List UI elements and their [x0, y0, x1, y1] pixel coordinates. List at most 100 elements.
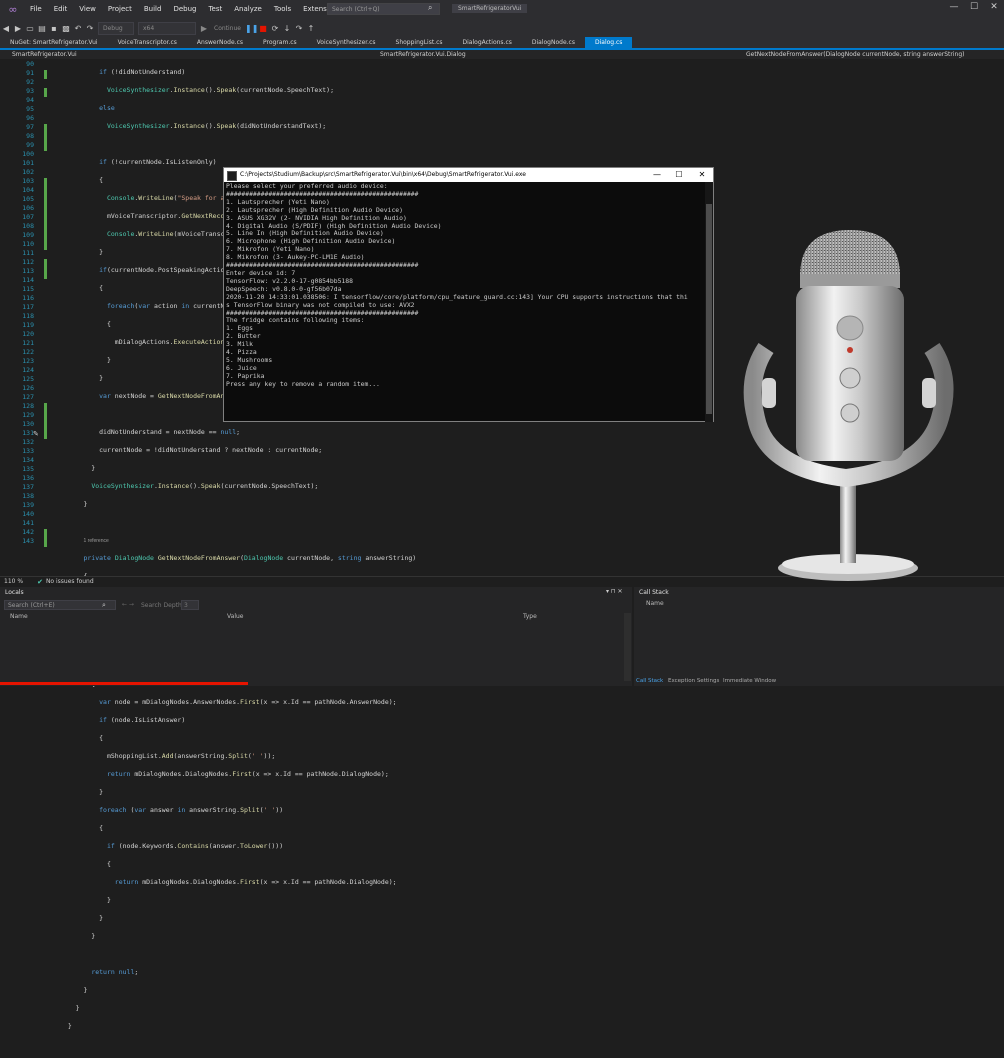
console-window[interactable]: C:\Projects\Studium\Backup\src\SmartRefr…: [223, 167, 714, 422]
tab-dialog[interactable]: Dialog.cs: [584, 37, 633, 48]
console-output: Please select your preferred audio devic…: [226, 183, 704, 419]
tab-shoppinglist[interactable]: ShoppingList.cs: [386, 37, 453, 48]
nav-project-dropdown[interactable]: SmartRefrigerator.Vui: [12, 51, 77, 58]
line-number: 128: [22, 402, 34, 410]
console-minimize-button[interactable]: —: [646, 168, 668, 182]
locals-column-name[interactable]: Name: [10, 613, 28, 620]
toolbar: ◀ ▶ ▭ ▤ ▪ ▩ ↶ ↷ Debug x64 ▶ Continue ❚❚ …: [0, 19, 1004, 37]
search-icon[interactable]: ⌕: [428, 3, 432, 13]
minimize-icon[interactable]: —: [944, 2, 964, 12]
menu-debug[interactable]: Debug: [167, 0, 202, 19]
console-maximize-button[interactable]: ☐: [668, 168, 690, 182]
play-icon[interactable]: ▶: [198, 24, 210, 33]
line-number: 96: [26, 114, 34, 122]
search-icon[interactable]: ⌕: [102, 601, 106, 610]
line-number: 102: [22, 168, 34, 176]
nav-arrows-icon[interactable]: ← →: [122, 601, 134, 608]
restart-icon[interactable]: ⟳: [269, 24, 281, 33]
menu-file[interactable]: File: [24, 0, 48, 19]
line-number: 129: [22, 411, 34, 419]
callstack-title: Call Stack: [639, 589, 669, 596]
undo-icon[interactable]: ↶: [72, 24, 84, 33]
console-line: 6. Juice: [226, 363, 257, 372]
global-search-input[interactable]: Search (Ctrl+Q): [327, 3, 440, 15]
change-marker: [44, 529, 47, 547]
line-number: 120: [22, 330, 34, 338]
open-folder-icon[interactable]: ▤: [36, 24, 48, 33]
tab-voicesynthesizer[interactable]: VoiceSynthesizer.cs: [307, 37, 386, 48]
console-scroll-thumb[interactable]: [706, 204, 712, 414]
tab-call-stack[interactable]: Call Stack: [636, 678, 663, 684]
line-number: 125: [22, 375, 34, 383]
line-number: 92: [26, 78, 34, 86]
tab-dialogactions[interactable]: DialogActions.cs: [453, 37, 522, 48]
tab-answernode[interactable]: AnswerNode.cs: [187, 37, 253, 48]
search-depth-dropdown[interactable]: 3: [181, 600, 199, 610]
configuration-dropdown[interactable]: Debug: [98, 21, 134, 35]
back-icon[interactable]: ◀: [0, 24, 12, 33]
menu-project[interactable]: Project: [102, 0, 138, 19]
line-number: 115: [22, 285, 34, 293]
visual-studio-logo-icon: ∞: [8, 2, 18, 16]
step-out-icon[interactable]: ↑: [305, 24, 317, 33]
tab-nuget[interactable]: NuGet: SmartRefrigerator.Vui: [0, 37, 108, 48]
locals-scrollbar[interactable]: [624, 613, 631, 681]
menu-tools[interactable]: Tools: [268, 0, 297, 19]
tab-immediate-window[interactable]: Immediate Window: [723, 678, 776, 684]
platform-dropdown[interactable]: x64: [138, 21, 196, 35]
line-number: 126: [22, 384, 34, 392]
issues-status[interactable]: No issues found: [46, 578, 94, 585]
close-icon[interactable]: ✕: [984, 2, 1004, 12]
line-number: 90: [26, 60, 34, 68]
line-number: 123: [22, 357, 34, 365]
change-marker: [44, 259, 47, 279]
redo-icon[interactable]: ↷: [84, 24, 96, 33]
locals-search-input[interactable]: Search (Ctrl+E): [4, 600, 116, 610]
forward-icon[interactable]: ▶: [12, 24, 24, 33]
line-number: 100: [22, 150, 34, 158]
console-line: The fridge contains following items:: [226, 316, 365, 325]
menu-analyze[interactable]: Analyze: [228, 0, 268, 19]
nav-member-dropdown[interactable]: GetNextNodeFromAnswer(DialogNode current…: [746, 51, 964, 58]
search-depth-label: Search Depth:: [141, 602, 184, 609]
callstack-column-name[interactable]: Name: [646, 600, 664, 607]
solution-name: SmartRefrigeratorVui: [452, 4, 528, 13]
menu-view[interactable]: View: [73, 0, 102, 19]
new-file-icon[interactable]: ▭: [24, 24, 36, 33]
locals-column-type[interactable]: Type: [523, 613, 537, 620]
line-number: 99: [26, 141, 34, 149]
line-number: 116: [22, 294, 34, 302]
menu-edit[interactable]: Edit: [48, 0, 74, 19]
maximize-icon[interactable]: ☐: [964, 2, 984, 12]
panel-pin-icon[interactable]: ▾ ⊓ ✕: [606, 588, 623, 595]
save-icon[interactable]: ▪: [48, 24, 60, 33]
nav-class-dropdown[interactable]: SmartRefrigerator.Vui.Dialog: [380, 51, 466, 58]
codelens-references[interactable]: 1 reference: [83, 538, 108, 544]
save-all-icon[interactable]: ▩: [60, 24, 72, 33]
tab-voicetranscriptor[interactable]: VoiceTranscriptor.cs: [108, 37, 187, 48]
continue-button[interactable]: Continue: [214, 25, 241, 32]
menu-build[interactable]: Build: [138, 0, 168, 19]
step-over-icon[interactable]: ↷: [293, 24, 305, 33]
tab-exception-settings[interactable]: Exception Settings: [668, 678, 719, 684]
tab-program[interactable]: Program.cs: [253, 37, 307, 48]
line-number: 113: [22, 267, 34, 275]
console-close-button[interactable]: ✕: [691, 168, 713, 182]
line-number: 122: [22, 348, 34, 356]
step-into-icon[interactable]: ↓: [281, 24, 293, 33]
console-line: 2. Butter: [226, 332, 261, 341]
menu-test[interactable]: Test: [202, 0, 228, 19]
tab-dialognode[interactable]: DialogNode.cs: [522, 37, 585, 48]
zoom-level[interactable]: 110 %: [4, 578, 23, 585]
line-number: 136: [22, 474, 34, 482]
locals-column-value[interactable]: Value: [227, 613, 243, 620]
stop-icon[interactable]: ■: [257, 24, 269, 33]
line-number: 142: [22, 528, 34, 536]
console-scrollbar[interactable]: [705, 182, 713, 422]
pause-icon[interactable]: ❚❚: [245, 24, 258, 33]
line-number: 111: [22, 249, 34, 257]
line-number: 103: [22, 177, 34, 185]
line-number: 104: [22, 186, 34, 194]
console-titlebar[interactable]: C:\Projects\Studium\Backup\src\SmartRefr…: [224, 168, 713, 182]
line-number: 140: [22, 510, 34, 518]
